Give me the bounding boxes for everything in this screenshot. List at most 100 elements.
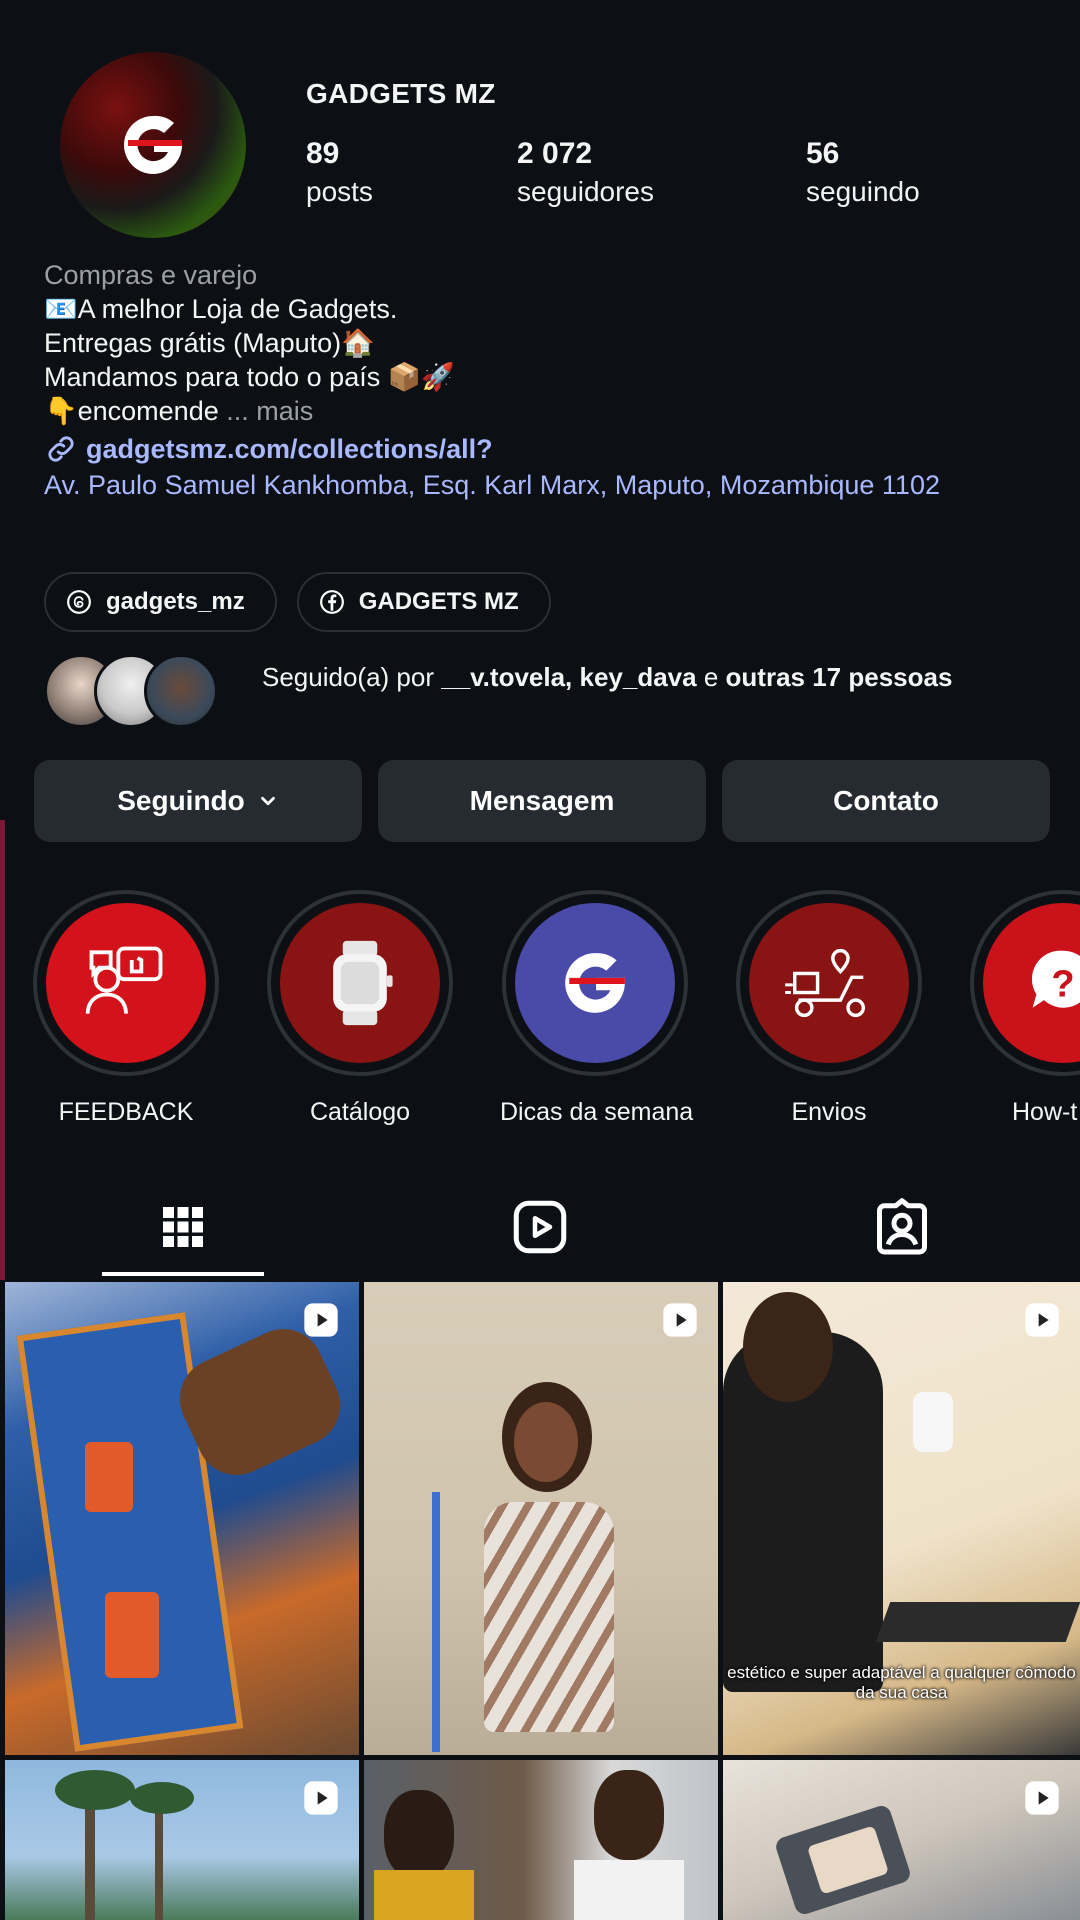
highlight-label: How-t <box>1012 1098 1078 1126</box>
followed-by-text: Seguido(a) por __v.tovela, key_dava e ou… <box>262 660 1002 694</box>
threads-chip[interactable]: gadgets_mz <box>44 572 277 632</box>
post-tile[interactable] <box>364 1760 718 1920</box>
g-logo-icon <box>565 953 625 1013</box>
profile-actions: Seguindo Mensagem Contato <box>34 760 1050 842</box>
tab-tagged[interactable] <box>822 1172 982 1282</box>
reel-badge-icon <box>304 1781 338 1815</box>
facebook-chip-label: GADGETS MZ <box>358 588 519 615</box>
message-button[interactable]: Mensagem <box>378 760 706 842</box>
post-tile[interactable]: estético e super adaptável a qualquer cô… <box>723 1282 1080 1755</box>
contact-button[interactable]: Contato <box>722 760 1050 842</box>
post-tile[interactable] <box>5 1282 359 1755</box>
followed-by-others: outras 17 pessoas <box>725 662 953 692</box>
stat-followers-label: seguidores <box>517 176 654 207</box>
bio-line: Mandamos para todo o país 📦🚀 <box>44 362 455 392</box>
threads-chip-label: gadgets_mz <box>106 588 245 615</box>
highlight-dicas[interactable]: Dicas da semana <box>500 890 694 1127</box>
threads-icon <box>67 590 91 614</box>
post-image-shape <box>85 1442 133 1512</box>
chevron-down-icon <box>260 796 275 806</box>
post-image-head <box>384 1790 454 1880</box>
post-image-dress <box>484 1502 614 1732</box>
stat-following-value: 56 <box>806 137 840 170</box>
highlight-ring: ? <box>970 890 1080 1076</box>
highlight-cover <box>749 903 909 1063</box>
post-tile[interactable] <box>5 1760 359 1920</box>
profile-address[interactable]: Av. Paulo Samuel Kankhomba, Esq. Karl Ma… <box>44 468 1044 502</box>
highlight-label: FEEDBACK <box>58 1098 194 1126</box>
post-image-palm <box>55 1770 135 1810</box>
following-button[interactable]: Seguindo <box>34 760 362 842</box>
highlight-label: Dicas da semana <box>500 1098 694 1126</box>
stat-posts[interactable]: 89 posts <box>306 136 373 212</box>
highlight-feedback[interactable]: FEEDBACK <box>31 890 221 1127</box>
highlight-ring <box>736 890 922 1076</box>
bio-line-last: 👇encomende ... mais <box>44 394 1044 428</box>
follower-avatar <box>144 654 218 728</box>
facebook-chip[interactable]: GADGETS MZ <box>296 572 551 632</box>
post-tile[interactable] <box>723 1760 1080 1920</box>
highlight-cover <box>280 903 440 1063</box>
reel-badge-icon <box>1025 1303 1059 1337</box>
following-button-label: Seguindo <box>117 785 245 816</box>
highlight-label: Envios <box>791 1098 867 1126</box>
stat-posts-label: posts <box>306 176 373 207</box>
profile-screen: GADGETS MZ 89 posts 2 072 seguidores 56 … <box>0 0 1080 1920</box>
message-button-label: Mensagem <box>469 785 615 816</box>
post-tile[interactable] <box>364 1282 718 1755</box>
grid-icon <box>163 1207 203 1247</box>
svg-text:?: ? <box>1051 963 1074 1005</box>
profile-bio: Compras e varejo 📧A melhor Loja de Gadge… <box>44 258 1044 502</box>
reel-badge-icon <box>1025 1781 1059 1815</box>
profile-username: GADGETS MZ <box>306 78 496 109</box>
bio-line: Entregas grátis (Maputo)🏠 <box>44 328 375 358</box>
more-link[interactable]: ... mais <box>226 396 313 426</box>
highlight-ring <box>267 890 453 1076</box>
highlight-ring <box>33 890 219 1076</box>
post-caption: estético e super adaptável a qualquer cô… <box>727 1663 1076 1702</box>
highlight-ring <box>502 890 688 1076</box>
post-image-head <box>743 1292 833 1402</box>
post-image-shape <box>105 1592 159 1678</box>
contact-button-label: Contato <box>833 785 939 816</box>
delivery-scooter-icon <box>785 948 866 1018</box>
followed-by-middle: e <box>696 662 726 692</box>
post-image-device <box>913 1392 953 1452</box>
stat-followers-value: 2 072 <box>517 137 593 170</box>
highlight-howto[interactable]: ? How-t <box>968 890 1080 1127</box>
tab-posts[interactable] <box>103 1172 263 1282</box>
profile-link-text: gadgetsmz.com/collections/all? <box>86 434 493 464</box>
post-image-mop <box>432 1492 440 1752</box>
profile-category: Compras e varejo <box>44 260 258 290</box>
stat-following-label: seguindo <box>806 176 920 207</box>
bio-line: 👇encomende <box>44 396 219 426</box>
linked-accounts: gadgets_mz GADGETS MZ <box>44 572 551 632</box>
followed-by-prefix: Seguido(a) por <box>262 662 442 692</box>
post-image-shape <box>514 1402 578 1482</box>
question-icon: ? <box>1031 950 1080 1008</box>
reels-icon <box>513 1200 567 1254</box>
profile-tabs <box>0 1172 1080 1282</box>
highlight-envios[interactable]: Envios <box>734 890 924 1127</box>
reel-badge-icon <box>663 1303 697 1337</box>
tagged-icon <box>877 1198 927 1255</box>
post-image-vest <box>374 1870 474 1920</box>
followed-by[interactable]: Seguido(a) por __v.tovela, key_dava e ou… <box>44 652 1044 732</box>
highlight-catalogo[interactable]: Catálogo <box>265 890 455 1127</box>
g-logo-icon <box>124 115 182 174</box>
profile-link[interactable]: gadgetsmz.com/collections/all? <box>44 432 1044 466</box>
highlight-cover <box>515 903 675 1063</box>
reel-badge-icon <box>304 1303 338 1337</box>
followed-by-names: __v.tovela, key_dava <box>441 662 697 692</box>
feedback-icon <box>85 946 163 1014</box>
tab-reels[interactable] <box>460 1172 620 1282</box>
profile-avatar[interactable] <box>60 52 246 238</box>
post-image-head <box>594 1770 664 1860</box>
highlight-cover: ? <box>983 903 1080 1063</box>
stat-followers[interactable]: 2 072 seguidores <box>517 136 654 212</box>
stat-following[interactable]: 56 seguindo <box>806 136 920 212</box>
bio-line: 📧A melhor Loja de Gadgets. <box>44 294 398 324</box>
stat-posts-value: 89 <box>306 137 340 170</box>
active-tab-indicator <box>102 1272 264 1276</box>
smartwatch-icon <box>333 940 393 1026</box>
